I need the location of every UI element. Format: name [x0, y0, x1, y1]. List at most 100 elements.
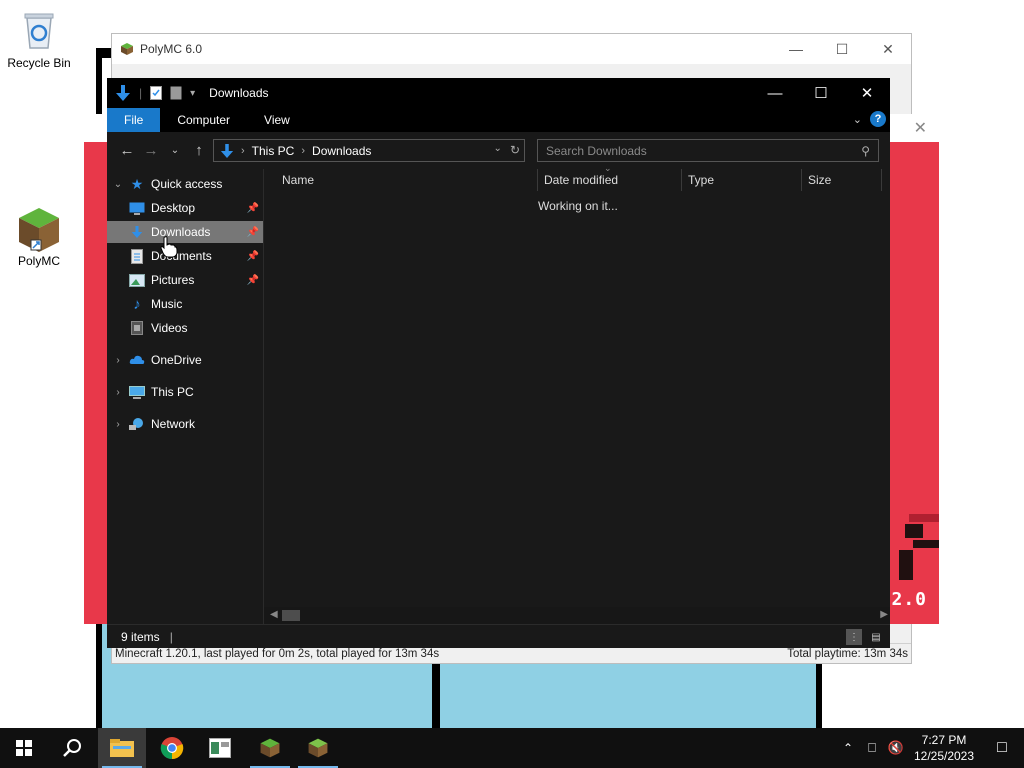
- sidebar-item-label: Music: [151, 297, 183, 311]
- search-box[interactable]: ⚲: [537, 139, 879, 162]
- pin-icon[interactable]: 📌: [247, 251, 259, 262]
- documents-icon: [129, 248, 145, 264]
- maximize-icon[interactable]: ☐: [819, 34, 865, 64]
- pin-icon[interactable]: 📌: [247, 203, 259, 214]
- scrollbar-thumb[interactable]: [282, 610, 300, 621]
- pictures-icon: [129, 272, 145, 288]
- taskbar-polymc[interactable]: [246, 728, 294, 768]
- volume-muted-icon[interactable]: 🔇: [884, 740, 908, 756]
- chevron-down-icon[interactable]: ⌄: [107, 179, 129, 190]
- expand-ribbon-icon[interactable]: ⌄: [853, 113, 862, 126]
- large-icons-view-icon[interactable]: ▤: [868, 629, 884, 645]
- sidebar-item-network[interactable]: › Network: [107, 413, 263, 435]
- desktop-icon: [129, 200, 145, 216]
- search-icon: [63, 739, 81, 757]
- polymc-app-icon: [121, 43, 133, 55]
- loading-status-text: Working on it...: [538, 199, 618, 213]
- sidebar-item-videos[interactable]: Videos: [107, 317, 263, 339]
- navigation-pane: ⌄ ★ Quick access Desktop 📌 Downloads 📌 D…: [107, 169, 264, 624]
- search-icon: ⚲: [861, 144, 870, 158]
- tab-computer[interactable]: Computer: [160, 108, 247, 132]
- breadcrumb-this-pc[interactable]: This PC: [252, 144, 295, 158]
- column-size[interactable]: Size: [802, 169, 882, 191]
- customize-qat-icon[interactable]: ▾: [190, 88, 195, 99]
- sidebar-item-pictures[interactable]: Pictures 📌: [107, 269, 263, 291]
- up-arrow-icon[interactable]: ↑: [187, 142, 211, 159]
- sidebar-item-label: Desktop: [151, 201, 196, 215]
- taskbar-file-explorer[interactable]: [98, 728, 146, 768]
- window-app-icon: [209, 738, 231, 758]
- taskbar: ⌃ ⎕ 🔇 7:27 PM 12/25/2023 □: [0, 728, 1024, 768]
- taskbar-minecraft[interactable]: [294, 728, 342, 768]
- sidebar-item-desktop[interactable]: Desktop 📌: [107, 197, 263, 219]
- search-button[interactable]: [48, 728, 96, 768]
- minimize-icon[interactable]: —: [773, 34, 819, 64]
- network-icon[interactable]: ⎕: [860, 740, 884, 756]
- chevron-right-icon[interactable]: ›: [107, 387, 129, 398]
- show-hidden-icons-icon[interactable]: ⌃: [836, 741, 860, 755]
- hand-cursor-icon: [160, 236, 178, 258]
- tab-file[interactable]: File: [107, 108, 161, 132]
- scroll-right-icon[interactable]: ▶: [880, 609, 888, 620]
- chrome-icon: [160, 737, 184, 760]
- close-icon[interactable]: ✕: [914, 118, 927, 138]
- cloud-icon: [129, 352, 145, 368]
- forward-arrow-icon[interactable]: →: [139, 142, 163, 159]
- chevron-right-icon[interactable]: ›: [107, 355, 129, 366]
- recycle-bin-label: Recycle Bin: [7, 56, 71, 70]
- clock[interactable]: 7:27 PM 12/25/2023: [908, 732, 980, 764]
- help-icon[interactable]: ?: [870, 111, 886, 127]
- chevron-right-icon[interactable]: ›: [107, 419, 129, 430]
- sidebar-item-documents[interactable]: Documents 📌: [107, 245, 263, 267]
- taskbar-app-window[interactable]: [196, 728, 244, 768]
- downloads-arrow-icon: [116, 85, 130, 101]
- navigation-bar: ← → ⌄ ↑ › This PC › Downloads ⌄ ↻ ⚲: [107, 132, 890, 169]
- pin-icon[interactable]: 📌: [247, 275, 259, 286]
- game-divider: [432, 660, 440, 733]
- grass-block-icon: [17, 206, 61, 252]
- horizontal-scrollbar[interactable]: ◀ ▶: [264, 607, 890, 624]
- sidebar-item-onedrive[interactable]: › OneDrive: [107, 349, 263, 371]
- minimize-icon[interactable]: —: [752, 78, 798, 108]
- sidebar-item-music[interactable]: ♪ Music: [107, 293, 263, 315]
- close-icon[interactable]: ✕: [865, 34, 911, 64]
- explorer-status-bar: 9 items | ⋮ ▤: [107, 624, 890, 648]
- system-tray: ⌃ ⎕ 🔇 7:27 PM 12/25/2023 □: [836, 728, 1024, 768]
- details-view-icon[interactable]: ⋮: [846, 629, 862, 645]
- sidebar-item-quick-access[interactable]: ⌄ ★ Quick access: [107, 173, 263, 195]
- scroll-left-icon[interactable]: ◀: [270, 609, 278, 620]
- new-folder-icon[interactable]: [170, 86, 182, 100]
- search-input[interactable]: [538, 140, 878, 161]
- pin-icon[interactable]: 📌: [247, 227, 259, 238]
- address-bar[interactable]: › This PC › Downloads ⌄ ↻: [213, 139, 525, 162]
- maximize-icon[interactable]: ☐: [798, 78, 844, 108]
- column-name[interactable]: Name: [264, 169, 538, 191]
- launcher-version: 2.0: [891, 589, 927, 610]
- polymc-desktop-icon[interactable]: PolyMC: [1, 206, 77, 268]
- start-button[interactable]: [0, 728, 48, 768]
- breadcrumb-downloads[interactable]: Downloads: [312, 144, 371, 158]
- windows-logo-icon: [16, 740, 32, 756]
- column-type[interactable]: Type: [682, 169, 802, 191]
- explorer-title: Downloads: [209, 86, 269, 100]
- column-headers: Name Date modified Type Size: [264, 169, 890, 191]
- videos-icon: [129, 320, 145, 336]
- back-arrow-icon[interactable]: ←: [115, 142, 139, 159]
- recycle-bin-glyph: [17, 8, 61, 52]
- address-dropdown-icon[interactable]: ⌄: [494, 143, 502, 157]
- sidebar-item-this-pc[interactable]: › This PC: [107, 381, 263, 403]
- notifications-icon[interactable]: □: [980, 739, 1024, 757]
- sidebar-item-label: Videos: [151, 321, 188, 335]
- clock-date: 12/25/2023: [913, 749, 975, 763]
- properties-icon[interactable]: [150, 86, 163, 100]
- close-icon[interactable]: ✕: [844, 78, 890, 108]
- recent-locations-icon[interactable]: ⌄: [163, 145, 187, 156]
- sidebar-item-label: Network: [151, 417, 196, 431]
- tab-view[interactable]: View: [247, 108, 307, 132]
- network-icon: [129, 416, 145, 432]
- refresh-icon[interactable]: ↻: [510, 143, 520, 157]
- recycle-bin-icon[interactable]: Recycle Bin: [1, 8, 77, 70]
- taskbar-chrome[interactable]: [148, 728, 196, 768]
- sidebar-item-downloads[interactable]: Downloads 📌: [107, 221, 263, 243]
- file-list[interactable]: Name Date modified Type Size ⌄ Working o…: [264, 163, 890, 624]
